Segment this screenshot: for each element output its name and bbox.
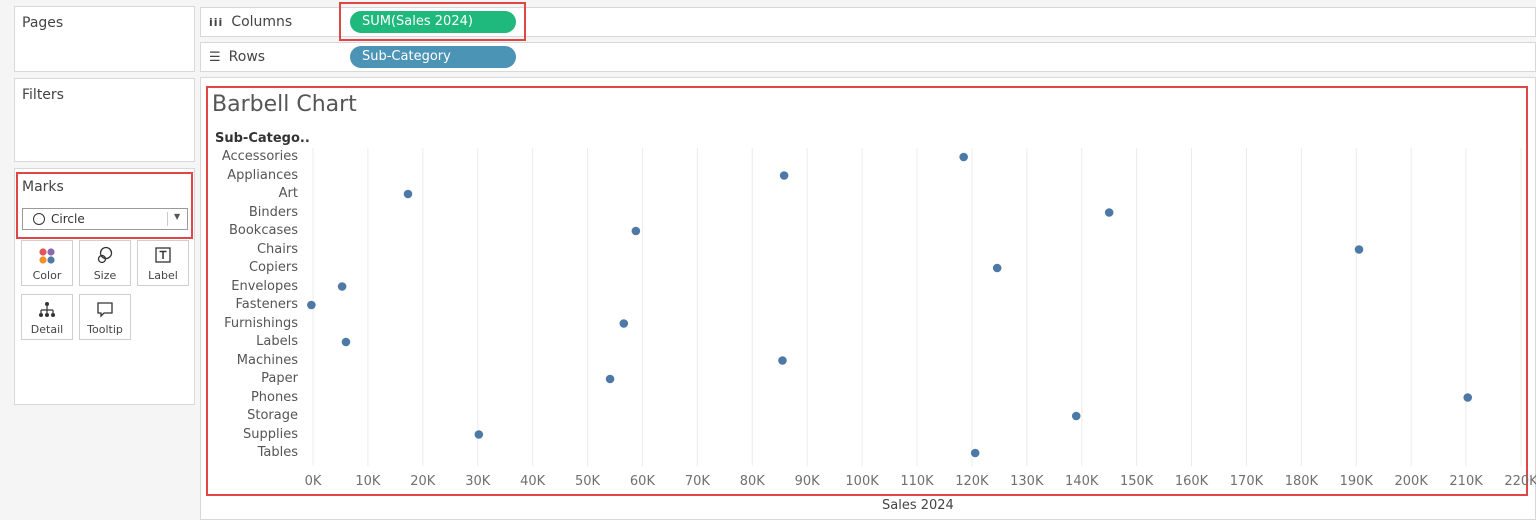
data-point[interactable] (1354, 245, 1364, 254)
data-point[interactable] (778, 356, 787, 365)
x-tick-label: 70K (685, 474, 711, 489)
data-point[interactable] (1071, 411, 1081, 421)
x-tick-label: 90K (795, 474, 821, 489)
data-point[interactable] (779, 171, 789, 180)
data-point[interactable] (631, 226, 641, 236)
data-point[interactable] (1463, 393, 1473, 402)
x-tick-label: 80K (740, 474, 766, 489)
data-point[interactable] (337, 282, 347, 291)
x-tick-label: 20K (410, 474, 436, 489)
x-tick-label: 100K (845, 474, 879, 489)
data-point[interactable] (307, 300, 316, 310)
x-tick-label: 50K (575, 474, 601, 489)
x-tick-label: 30K (465, 474, 491, 489)
data-point[interactable] (341, 337, 351, 347)
data-point[interactable] (970, 448, 980, 458)
data-point[interactable] (403, 189, 413, 199)
x-tick-label: 190K (1340, 474, 1374, 489)
x-tick-label: 0K (305, 474, 322, 489)
data-point[interactable] (959, 152, 968, 162)
data-point[interactable] (619, 319, 629, 328)
data-point[interactable] (992, 263, 1002, 273)
x-tick-label: 180K (1285, 474, 1319, 489)
x-tick-label: 160K (1175, 474, 1209, 489)
data-point[interactable] (1104, 208, 1114, 217)
chart-plot: 0K 10K 20K 30K 40K 50K 60K 70K 80K 90K 100K 110K 120… (305, 148, 1536, 489)
x-axis-title: Sales 2024 (882, 498, 954, 513)
x-tick-label: 130K (1010, 474, 1044, 489)
x-tick-label: 220K (1504, 474, 1536, 489)
x-tick-label: 210K (1449, 474, 1483, 489)
x-tick-label: 110K (900, 474, 934, 489)
x-tick-label: 200K (1395, 474, 1429, 489)
x-tick-label: 150K (1120, 474, 1154, 489)
x-tick-label: 140K (1065, 474, 1099, 489)
x-tick-label: 40K (520, 474, 546, 489)
x-tick-label: 170K (1230, 474, 1264, 489)
data-point[interactable] (474, 430, 484, 439)
x-tick-label: 120K (955, 474, 989, 489)
x-tick-label: 10K (355, 474, 381, 489)
x-tick-label: 60K (630, 474, 656, 489)
data-point[interactable] (605, 374, 615, 384)
